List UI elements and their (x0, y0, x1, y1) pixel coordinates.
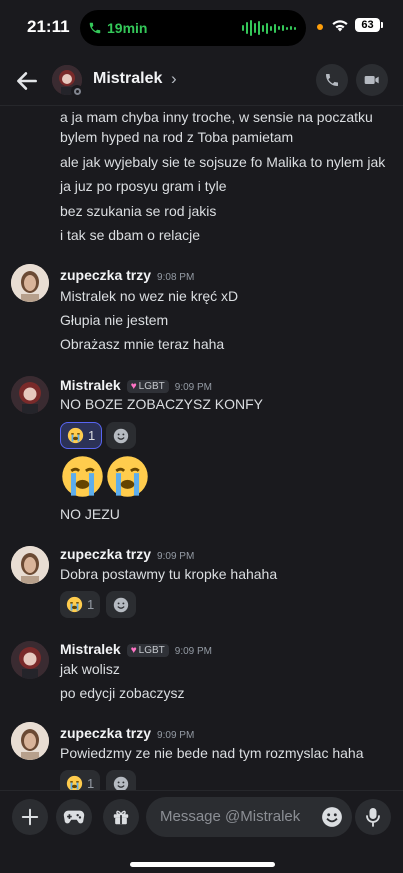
message-author[interactable]: zupeczka trzy 9:08 PM (60, 267, 194, 283)
chevron-right-icon[interactable]: › (171, 69, 177, 89)
message-input[interactable]: Message @Mistralek (146, 797, 352, 837)
chat-header: Mistralek › (0, 56, 403, 106)
smile-icon (113, 428, 129, 443)
sob-emoji-icon (67, 427, 84, 444)
add-reaction-button[interactable] (106, 422, 136, 449)
message-text: jak wolisz (60, 661, 120, 677)
audio-waveform-icon (242, 19, 296, 37)
avatar[interactable] (11, 546, 49, 584)
privacy-indicator-dot (317, 24, 323, 30)
add-reaction-button[interactable] (106, 591, 136, 618)
reaction-button[interactable]: 1 (60, 591, 101, 618)
message-text: po edycji zobaczysz (60, 685, 185, 701)
plus-icon (21, 808, 39, 826)
add-attachment-button[interactable] (12, 799, 48, 835)
author-name[interactable]: Mistralek (60, 641, 121, 657)
voice-message-button[interactable] (355, 799, 391, 835)
message-timestamp: 9:09 PM (157, 730, 195, 741)
video-icon (364, 76, 379, 84)
arrow-left-icon[interactable] (14, 68, 40, 94)
author-name[interactable]: zupeczka trzy (60, 267, 151, 283)
video-call-button[interactable] (356, 64, 388, 96)
message-text: bez szukania se rod jakis (60, 203, 217, 219)
message-timestamp: 9:08 PM (157, 272, 195, 283)
sob-emoji-icon (62, 456, 103, 497)
tag-label: LGBT (138, 381, 165, 392)
clock: 21:11 (27, 17, 70, 36)
channel-name[interactable]: Mistralek (93, 70, 162, 88)
message-text: Obrażasz mnie teraz haha (60, 336, 225, 352)
smile-icon (113, 597, 129, 612)
phone-call-icon (89, 22, 101, 34)
heart-icon: ♥ (130, 645, 137, 656)
wifi-icon (332, 20, 348, 32)
message-text: Mistralek no wez nie kręć xD (60, 288, 239, 304)
author-name[interactable]: zupeczka trzy (60, 546, 151, 562)
lgbt-tag[interactable]: ♥ LGBT (126, 380, 169, 393)
message-text: ale jak wyjebaly sie te sojsuze fo Malik… (60, 154, 386, 170)
message-text: i tak se dbam o relacje (60, 227, 201, 243)
reaction-count: 1 (88, 428, 96, 443)
message-composer: Message @Mistralek (0, 790, 403, 873)
sob-emoji-icon (66, 596, 83, 613)
voice-call-button[interactable] (316, 64, 348, 96)
message-timestamp: 9:09 PM (174, 646, 213, 657)
tag-label: LGBT (138, 645, 165, 656)
active-call-pill[interactable]: 19min (80, 10, 306, 46)
reaction-count: 1 (87, 597, 95, 612)
message-placeholder: Message @Mistralek (160, 808, 301, 825)
author-name[interactable]: zupeczka trzy (60, 725, 151, 741)
reaction-count: 1 (87, 776, 95, 790)
avatar[interactable] (11, 722, 49, 760)
message-text: ja juz po rposyu gram i tyle (60, 178, 227, 194)
phone-icon (326, 74, 338, 86)
avatar[interactable] (11, 376, 49, 414)
gamepad-icon (63, 810, 85, 824)
lgbt-tag[interactable]: ♥ LGBT (126, 644, 169, 657)
avatar[interactable] (11, 264, 49, 302)
message-text: Dobra postawmy tu kropke hahaha (60, 566, 278, 582)
microphone-icon (366, 808, 380, 827)
message-timestamp: 9:09 PM (157, 551, 195, 562)
author-name[interactable]: Mistralek (60, 377, 121, 393)
reaction-button[interactable]: 1 (60, 422, 103, 449)
gift-icon (113, 810, 129, 825)
reaction-button[interactable]: 1 (60, 770, 101, 790)
heart-icon: ♥ (130, 381, 137, 392)
message-author[interactable]: zupeczka trzy 9:09 PM (60, 725, 194, 741)
activities-button[interactable] (56, 799, 92, 835)
battery-indicator: 63 (355, 18, 383, 32)
message-text: Powiedzmy ze nie bede nad tym rozmyslac … (60, 745, 364, 761)
sob-emoji-icon (107, 456, 148, 497)
sob-emoji-icon (66, 775, 83, 790)
emoji-picker-icon[interactable] (321, 806, 343, 828)
message-text: NO BOZE ZOBACZYSZ KONFY (60, 396, 264, 412)
message-text: NO JEZU (60, 506, 120, 522)
smile-icon (113, 776, 129, 790)
message-timestamp: 9:09 PM (174, 382, 213, 393)
status-bar: 21:11 19min 63 (0, 0, 403, 56)
call-duration: 19min (107, 20, 148, 36)
avatar[interactable] (11, 641, 49, 679)
message-text: Głupia nie jestem (60, 312, 169, 328)
offline-status-icon (71, 85, 83, 97)
message-author[interactable]: zupeczka trzy 9:09 PM (60, 546, 194, 562)
home-indicator[interactable] (130, 862, 275, 867)
message-text: a ja mam chyba inny troche, w sensie na … (60, 109, 373, 125)
message-text: bylem hyped na rod z Toba pamietam (60, 129, 294, 145)
message-author[interactable]: Mistralek ♥ LGBT 9:09 PM (60, 641, 212, 657)
add-reaction-button[interactable] (106, 770, 136, 790)
message-list[interactable]: a ja mam chyba inny troche, w sensie na … (0, 106, 403, 790)
gift-button[interactable] (103, 799, 139, 835)
message-author[interactable]: Mistralek ♥ LGBT 9:09 PM (60, 377, 212, 393)
